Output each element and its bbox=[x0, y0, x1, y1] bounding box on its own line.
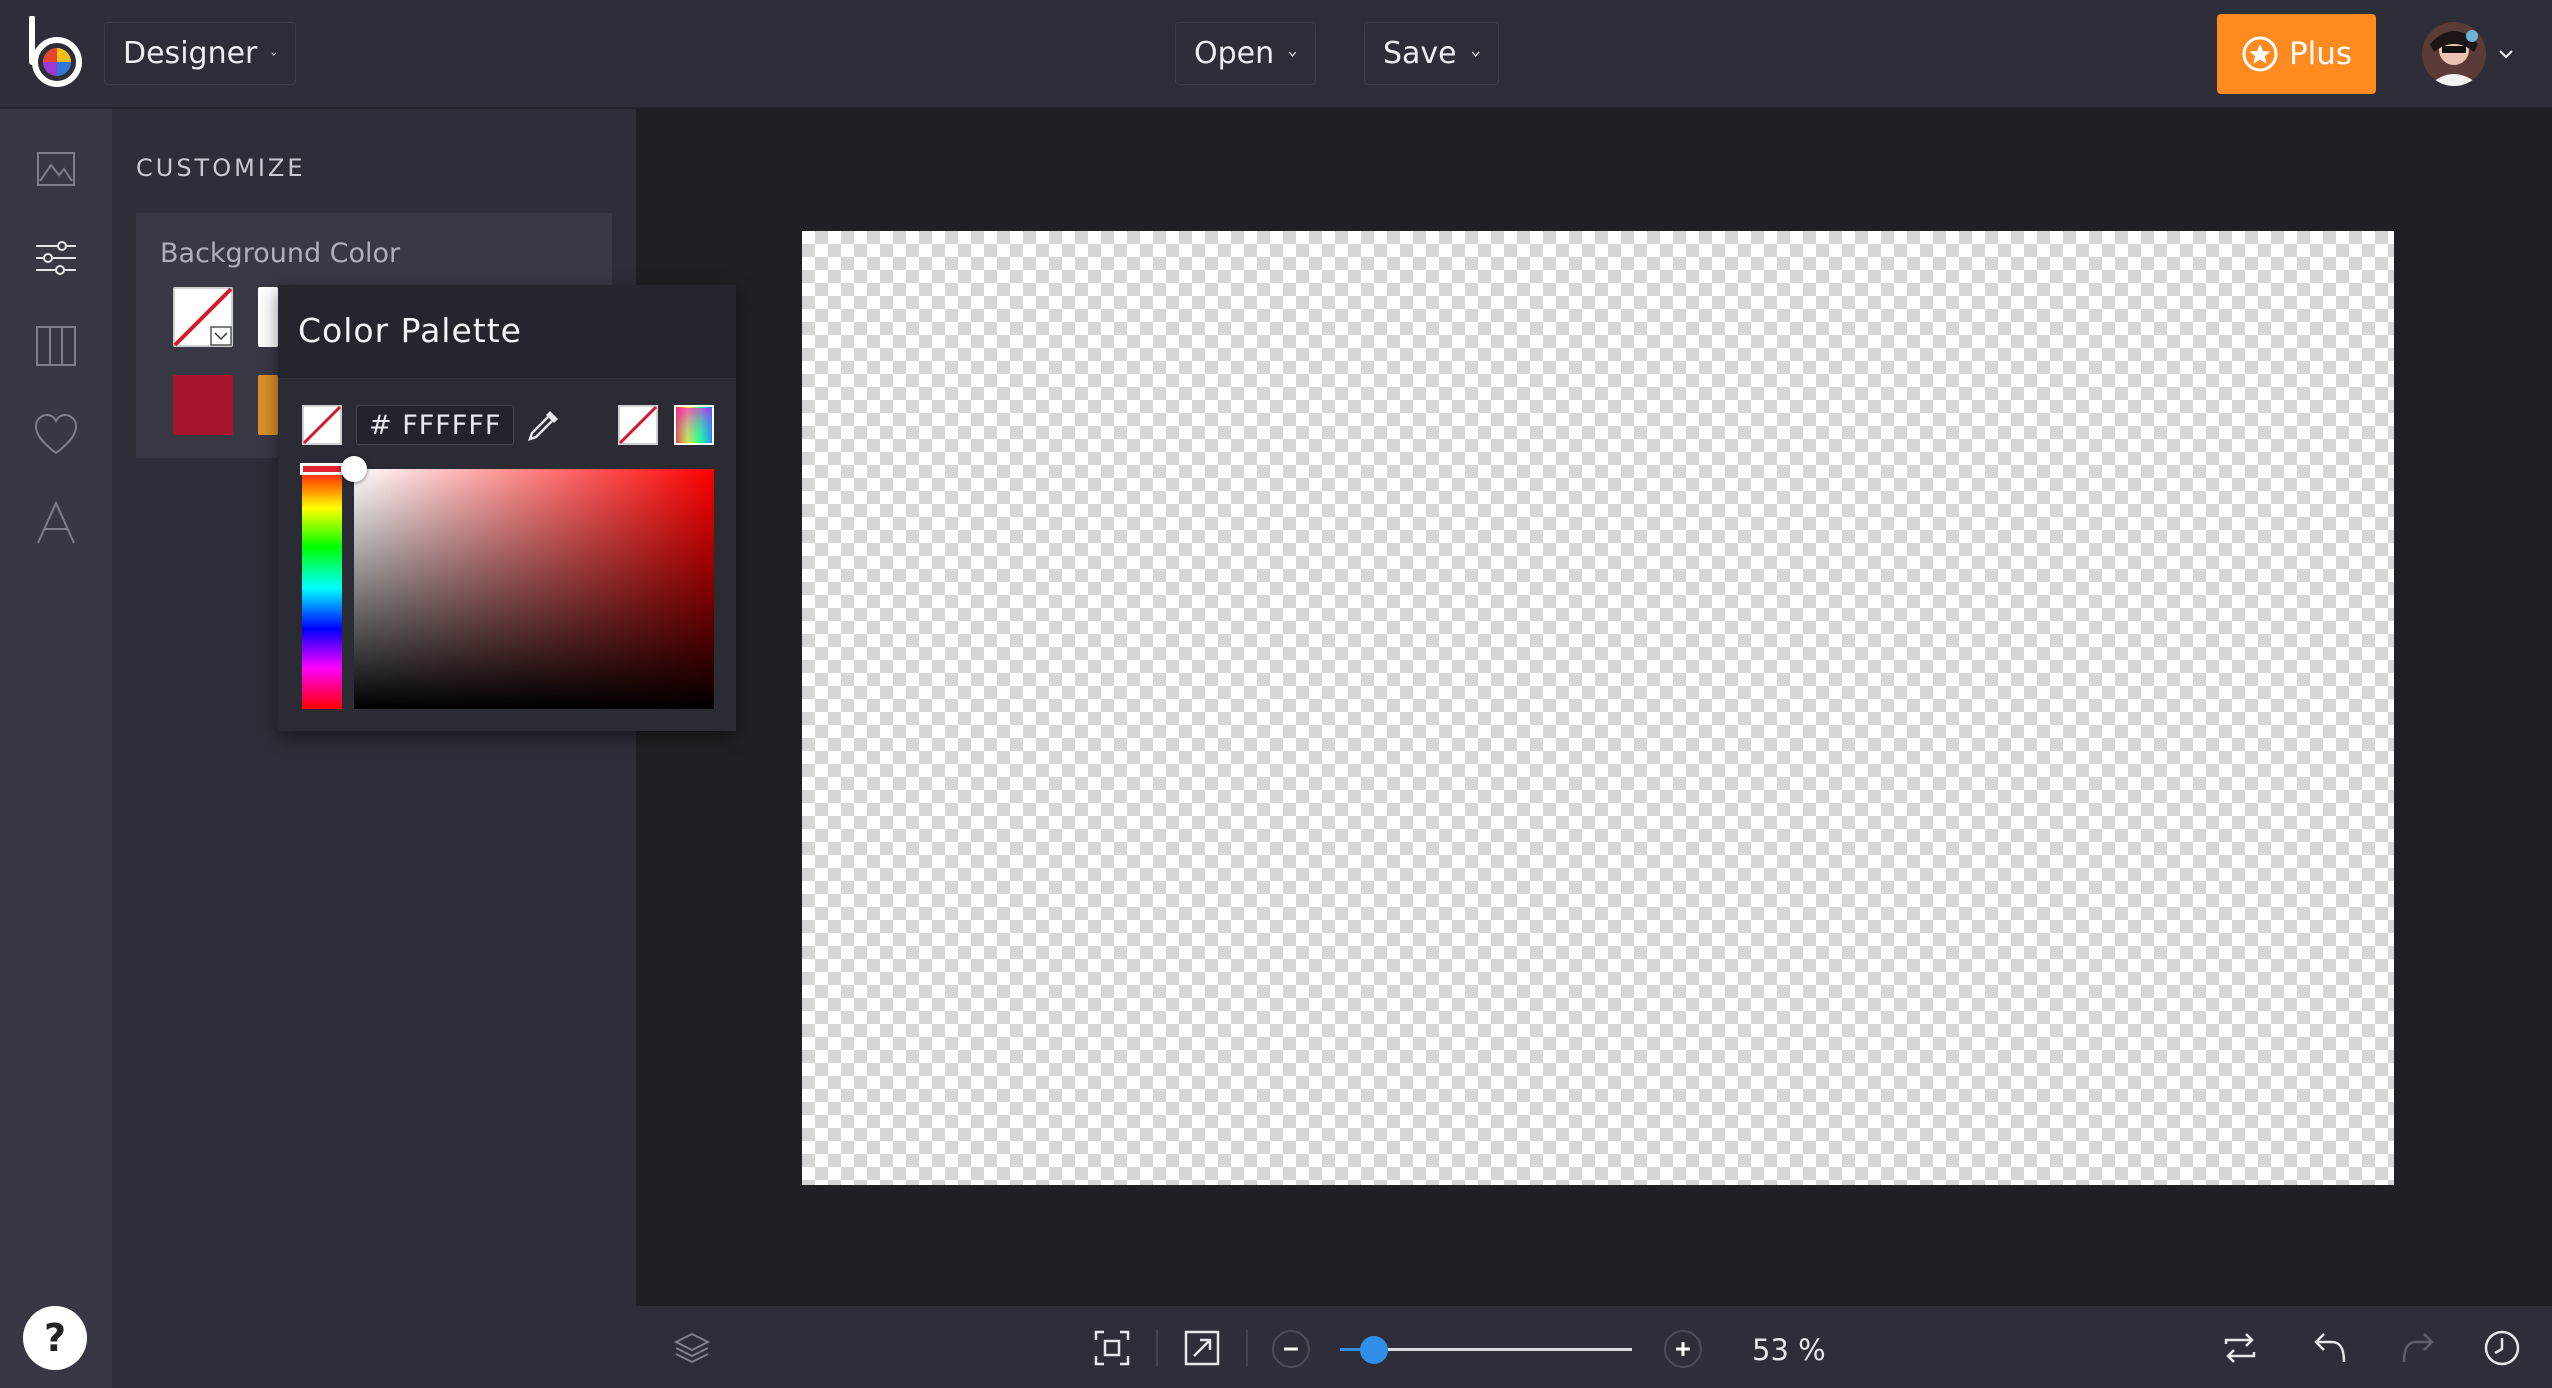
text-icon[interactable] bbox=[32, 499, 80, 547]
open-dropdown[interactable]: Open bbox=[1175, 22, 1316, 85]
tool-rail bbox=[0, 109, 112, 1388]
zoom-out-button[interactable] bbox=[1272, 1330, 1310, 1368]
minus-icon bbox=[1284, 1347, 1298, 1351]
heart-icon[interactable] bbox=[32, 411, 80, 459]
user-photo-icon bbox=[2422, 22, 2486, 86]
avatar[interactable] bbox=[2422, 22, 2486, 86]
white-swatch[interactable] bbox=[258, 287, 278, 347]
color-picker-handle[interactable] bbox=[341, 456, 367, 482]
panel-title: CUSTOMIZE bbox=[136, 154, 306, 182]
chevron-down-icon bbox=[1471, 51, 1480, 57]
top-bar: Designer Open Save Plus bbox=[0, 0, 2552, 109]
star-badge-icon bbox=[2242, 36, 2278, 72]
plus-label: Plus bbox=[2288, 36, 2353, 72]
designer-mode-dropdown[interactable]: Designer bbox=[104, 22, 296, 85]
layers-icon[interactable] bbox=[672, 1328, 712, 1368]
hue-slider-handle[interactable] bbox=[300, 463, 344, 475]
fit-to-screen-icon[interactable] bbox=[1092, 1328, 1132, 1368]
gradient-mode-icon[interactable] bbox=[674, 405, 714, 445]
zoom-percentage: 53 % bbox=[1752, 1333, 1826, 1367]
toolbar-divider bbox=[1246, 1330, 1248, 1366]
save-dropdown[interactable]: Save bbox=[1364, 22, 1499, 85]
red-swatch[interactable] bbox=[173, 375, 233, 435]
design-canvas[interactable] bbox=[802, 231, 2394, 1185]
redo-icon[interactable] bbox=[2398, 1328, 2438, 1368]
designer-mode-label: Designer bbox=[123, 36, 258, 71]
befunky-logo-icon[interactable] bbox=[26, 16, 88, 88]
image-icon[interactable] bbox=[32, 145, 80, 193]
bottom-toolbar bbox=[636, 1306, 2552, 1388]
no-color-icon[interactable] bbox=[302, 405, 342, 445]
save-label: Save bbox=[1383, 36, 1457, 71]
hex-input[interactable]: # FFFFFF bbox=[356, 405, 514, 445]
popover-header: Color Palette bbox=[278, 285, 736, 379]
toolbar-divider bbox=[1156, 1330, 1158, 1366]
zoom-slider-handle[interactable] bbox=[1360, 1336, 1388, 1364]
hue-slider[interactable] bbox=[302, 467, 342, 709]
eyedropper-icon[interactable] bbox=[524, 405, 564, 445]
popover-title: Color Palette bbox=[298, 311, 522, 350]
orange-swatch[interactable] bbox=[258, 375, 278, 435]
columns-icon[interactable] bbox=[32, 322, 80, 370]
chevron-down-icon bbox=[1288, 51, 1297, 57]
sliders-icon[interactable] bbox=[32, 234, 80, 282]
open-label: Open bbox=[1194, 36, 1275, 71]
color-palette-popover: Color Palette # FFFFFF bbox=[278, 285, 736, 731]
saturation-brightness-picker[interactable] bbox=[354, 469, 714, 709]
transparent-swatch[interactable] bbox=[173, 287, 233, 347]
help-button[interactable]: ? bbox=[23, 1306, 87, 1370]
clear-color-icon[interactable] bbox=[618, 405, 658, 445]
actual-size-icon[interactable] bbox=[1182, 1328, 1222, 1368]
plus-icon bbox=[1676, 1342, 1690, 1356]
plus-upgrade-button[interactable]: Plus bbox=[2217, 14, 2376, 94]
chevron-down-icon bbox=[271, 52, 277, 56]
background-color-label: Background Color bbox=[160, 238, 401, 269]
undo-icon[interactable] bbox=[2310, 1328, 2350, 1368]
chevron-down-icon[interactable] bbox=[2498, 47, 2514, 61]
history-clock-icon[interactable] bbox=[2482, 1328, 2522, 1368]
flip-swap-icon[interactable] bbox=[2220, 1328, 2260, 1368]
zoom-in-button[interactable] bbox=[1664, 1330, 1702, 1368]
